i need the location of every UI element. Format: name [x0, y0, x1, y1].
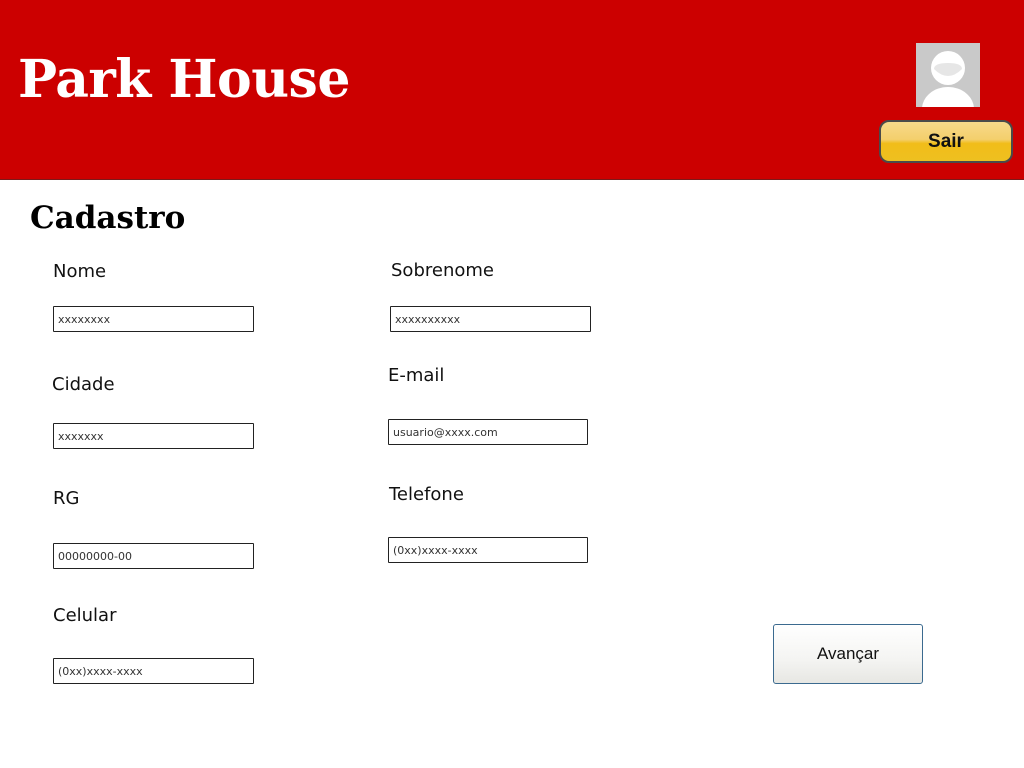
celular-input[interactable]	[53, 658, 254, 684]
celular-label: Celular	[53, 605, 117, 626]
page-title: Cadastro	[30, 200, 186, 236]
sobrenome-label: Sobrenome	[391, 260, 494, 281]
cidade-input[interactable]	[53, 423, 254, 449]
next-button[interactable]: Avançar	[773, 624, 923, 684]
sobrenome-input[interactable]	[390, 306, 591, 332]
header-bar: Park House Sair	[0, 0, 1024, 180]
cidade-label: Cidade	[52, 374, 115, 395]
app-title: Park House	[18, 49, 350, 110]
email-label: E-mail	[388, 365, 445, 386]
logout-button[interactable]: Sair	[879, 120, 1013, 163]
telefone-label: Telefone	[389, 484, 464, 505]
email-input[interactable]	[388, 419, 588, 445]
rg-label: RG	[53, 488, 80, 509]
user-avatar-icon[interactable]	[916, 43, 980, 107]
nome-input[interactable]	[53, 306, 254, 332]
nome-label: Nome	[53, 261, 107, 282]
telefone-input[interactable]	[388, 537, 588, 563]
rg-input[interactable]	[53, 543, 254, 569]
